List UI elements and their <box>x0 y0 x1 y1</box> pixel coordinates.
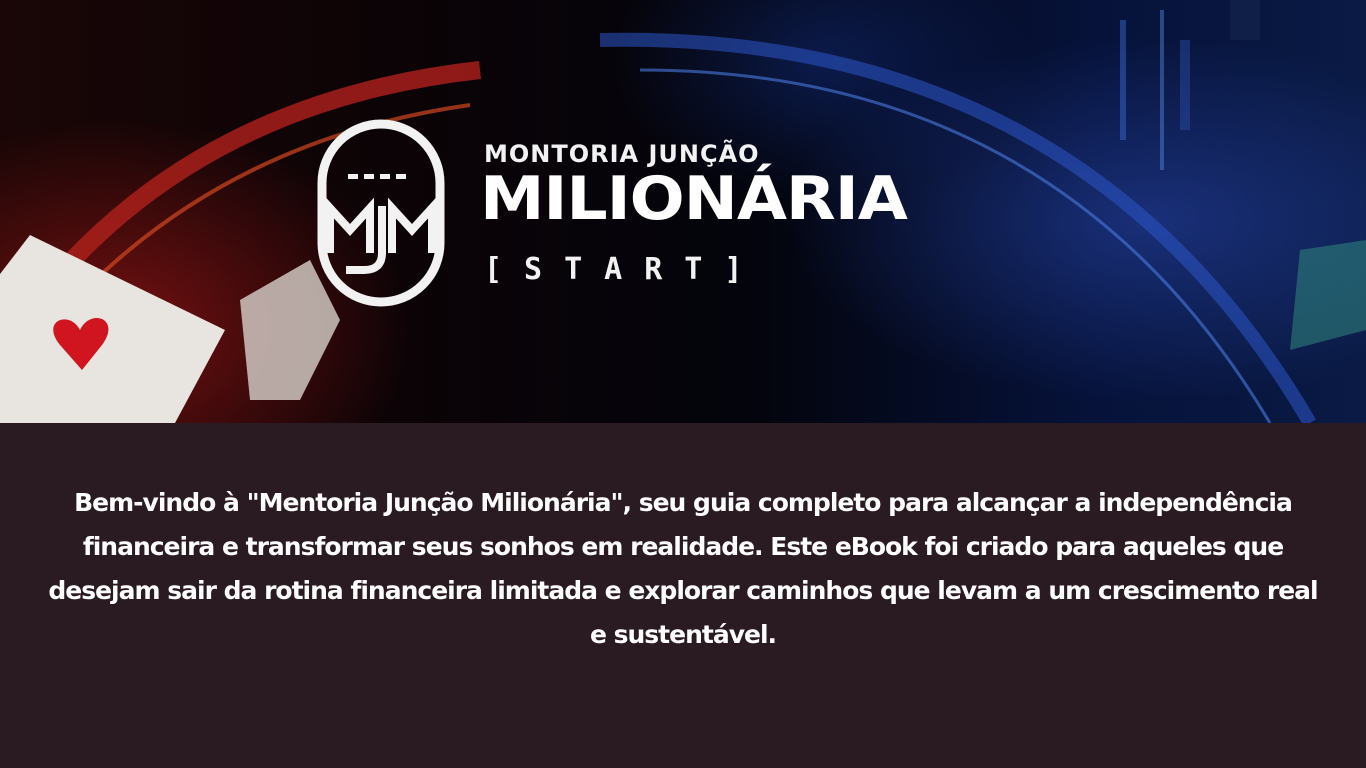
hero-tag: [START] <box>484 252 765 287</box>
hero-title: MILIONÁRIA <box>480 164 908 234</box>
intro-paragraph: Bem-vindo à "Mentoria Junção Milionária"… <box>48 488 1318 649</box>
mjm-monogram-icon <box>317 119 445 307</box>
hero-banner: MONTORIA JUNÇÃO MILIONÁRIA [START] <box>0 0 1366 423</box>
